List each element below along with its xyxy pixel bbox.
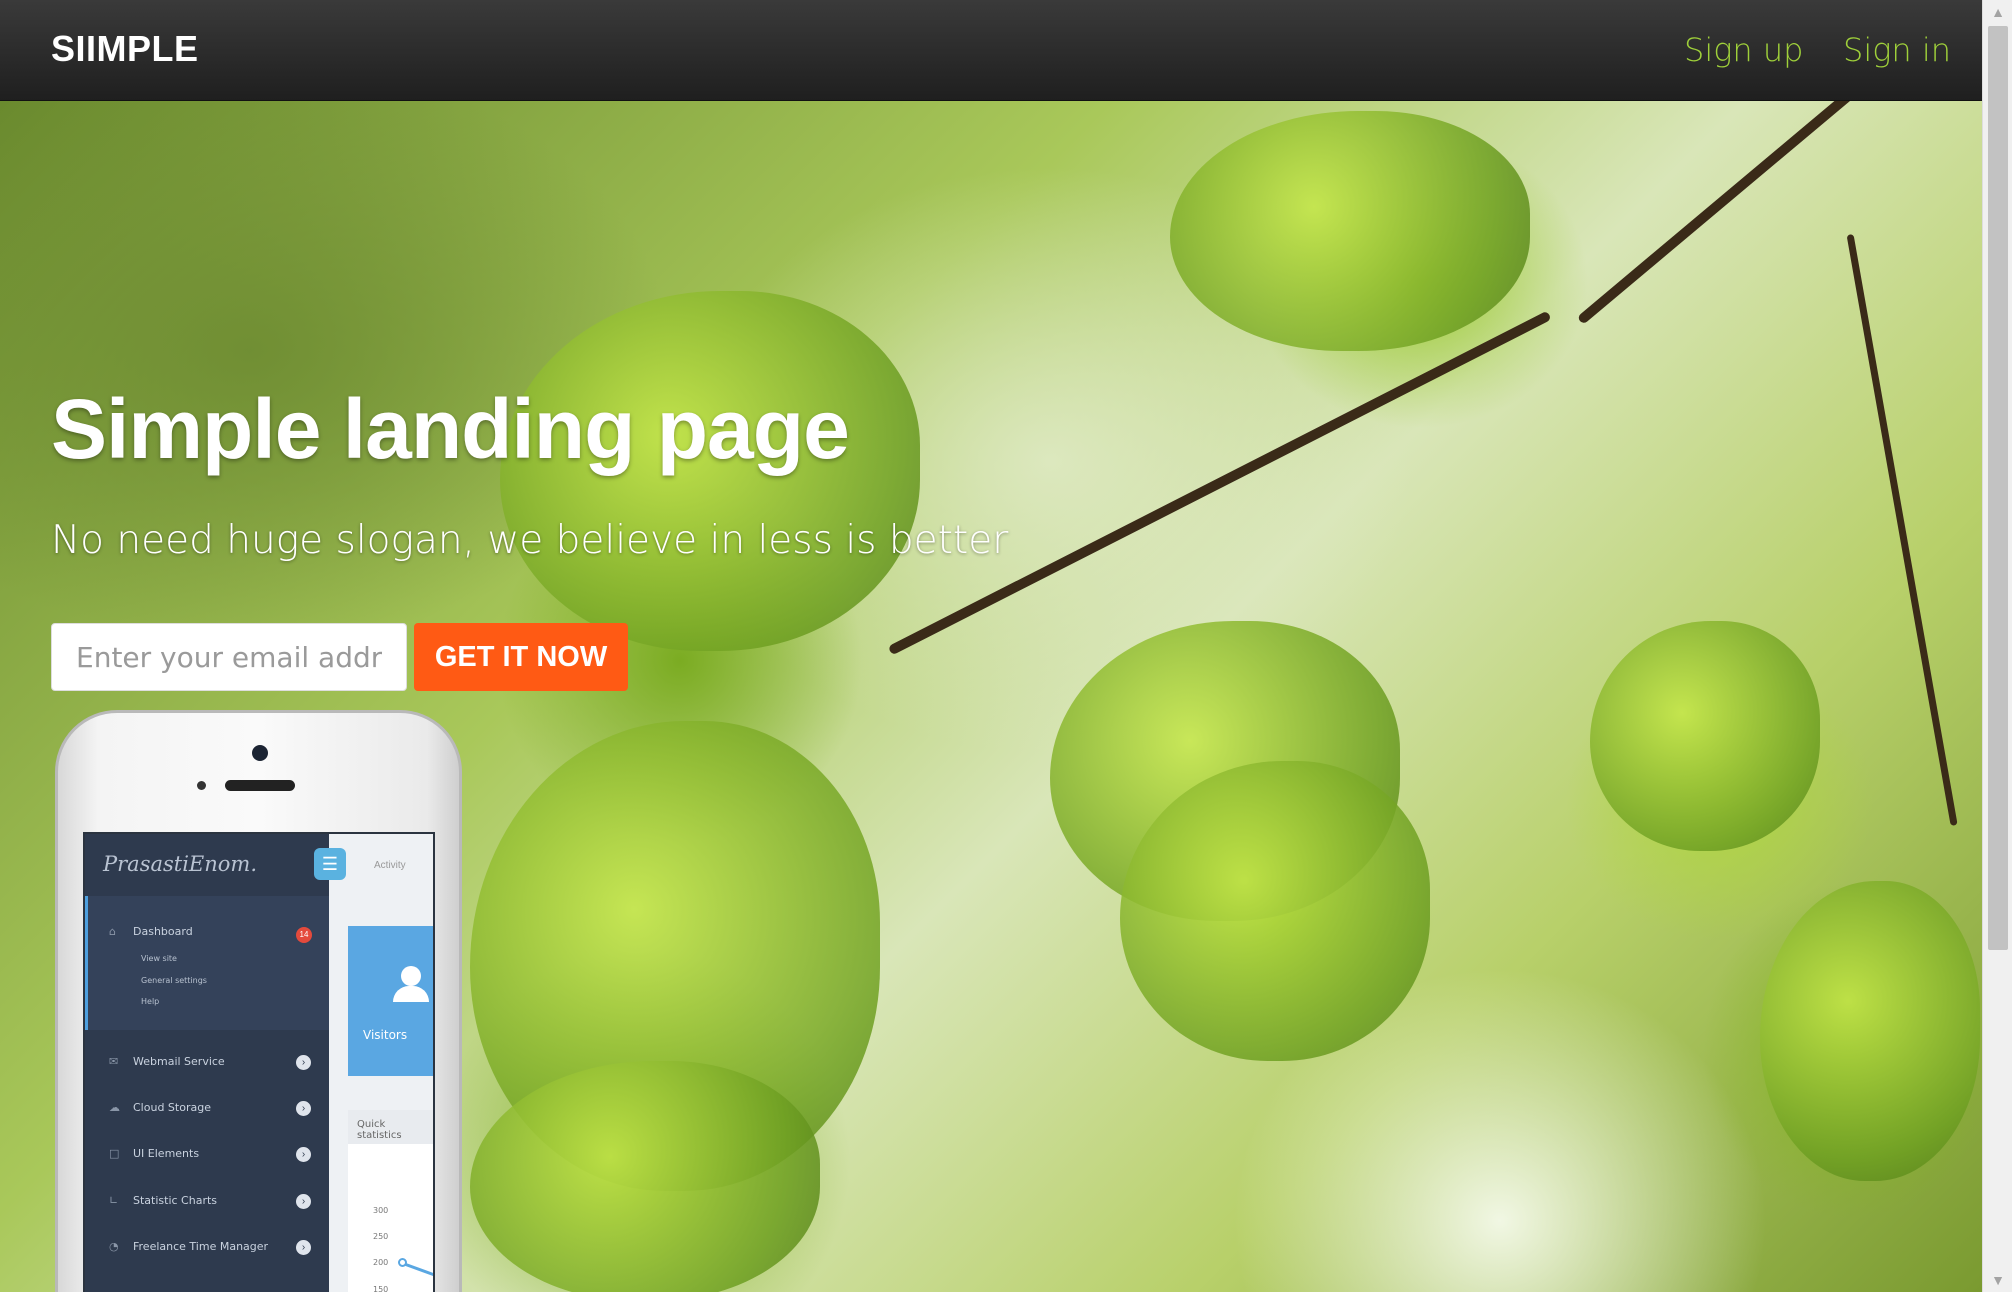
phone-speaker — [225, 780, 295, 791]
scrollbar-thumb[interactable] — [1988, 26, 2008, 950]
hero-title: Simple landing page — [51, 382, 850, 476]
scroll-up-arrow-icon[interactable]: ▲ — [1983, 0, 2012, 24]
chevron-icon: › — [296, 1101, 311, 1116]
dashboard-badge: 14 — [296, 927, 312, 943]
sign-up-link[interactable]: Sign up — [1684, 31, 1803, 69]
app-active-menu-block — [85, 896, 329, 1030]
landing-page: SIIMPLE Sign up Sign in Simple landing p… — [0, 0, 1982, 1292]
quick-stats-label: Quick statistics — [357, 1119, 402, 1141]
chevron-icon: › — [296, 1240, 311, 1255]
axis-tick: 150 — [373, 1285, 389, 1292]
email-input[interactable] — [51, 623, 407, 691]
app-menu-cloud: ☁ Cloud Storage — [109, 1101, 211, 1114]
leaf-shape — [1170, 111, 1530, 351]
home-icon: ⌂ — [109, 925, 116, 938]
tree-branch — [1846, 233, 1958, 826]
vertical-scrollbar[interactable]: ▲ ▼ — [1982, 0, 2012, 1292]
phone-mockup: PrasastiEnom. ☰ Activity ⌂ Dashboard 14 V… — [55, 710, 462, 1292]
mail-icon: ✉ — [109, 1055, 119, 1068]
chevron-icon: › — [296, 1147, 311, 1162]
scroll-down-arrow-icon[interactable]: ▼ — [1983, 1268, 2012, 1292]
app-menu-dashboard: ⌂ Dashboard — [109, 925, 193, 938]
axis-tick: 200 — [373, 1258, 389, 1267]
app-menu-ui-elements: □ UI Elements — [109, 1147, 200, 1160]
user-icon — [401, 966, 421, 986]
clock-icon: ◔ — [109, 1240, 119, 1253]
phone-camera — [252, 745, 268, 761]
hamburger-menu-icon: ☰ — [314, 848, 346, 880]
brand-logo[interactable]: SIIMPLE — [51, 28, 199, 70]
chart-point — [398, 1258, 407, 1267]
app-menu-webmail: ✉ Webmail Service — [109, 1055, 225, 1068]
app-menu-statistic-charts: ∟ Statistic Charts — [109, 1194, 218, 1207]
chevron-icon: › — [296, 1055, 311, 1070]
sign-in-link[interactable]: Sign in — [1843, 31, 1951, 69]
visitors-label: Visitors — [363, 1028, 408, 1042]
app-submenu-item: Help — [141, 997, 160, 1006]
app-menu-time-manager: ◔ Freelance Time Manager — [109, 1240, 269, 1253]
app-tab-activity: Activity — [374, 860, 406, 871]
phone-sensor — [197, 781, 206, 790]
axis-tick: 250 — [373, 1232, 389, 1241]
app-submenu-item: View site — [141, 954, 177, 963]
leaf-shape — [1760, 881, 1980, 1181]
axis-tick: 300 — [373, 1206, 389, 1215]
phone-screen: PrasastiEnom. ☰ Activity ⌂ Dashboard 14 V… — [83, 832, 435, 1292]
hero-subtitle: No need huge slogan, we believe in less … — [51, 518, 1009, 563]
tree-branch — [887, 310, 1552, 656]
app-logo: PrasastiEnom. — [103, 852, 258, 876]
cloud-icon: ☁ — [109, 1101, 120, 1114]
leaf-shape — [1590, 621, 1820, 851]
top-navbar: SIIMPLE Sign up Sign in — [0, 0, 1982, 101]
chevron-icon: › — [296, 1194, 311, 1209]
tree-branch — [1576, 66, 1882, 325]
get-it-now-button[interactable]: GET IT NOW — [414, 623, 628, 691]
window-icon: □ — [109, 1147, 120, 1160]
app-submenu-item: General settings — [141, 976, 207, 985]
chart-icon: ∟ — [109, 1194, 119, 1207]
